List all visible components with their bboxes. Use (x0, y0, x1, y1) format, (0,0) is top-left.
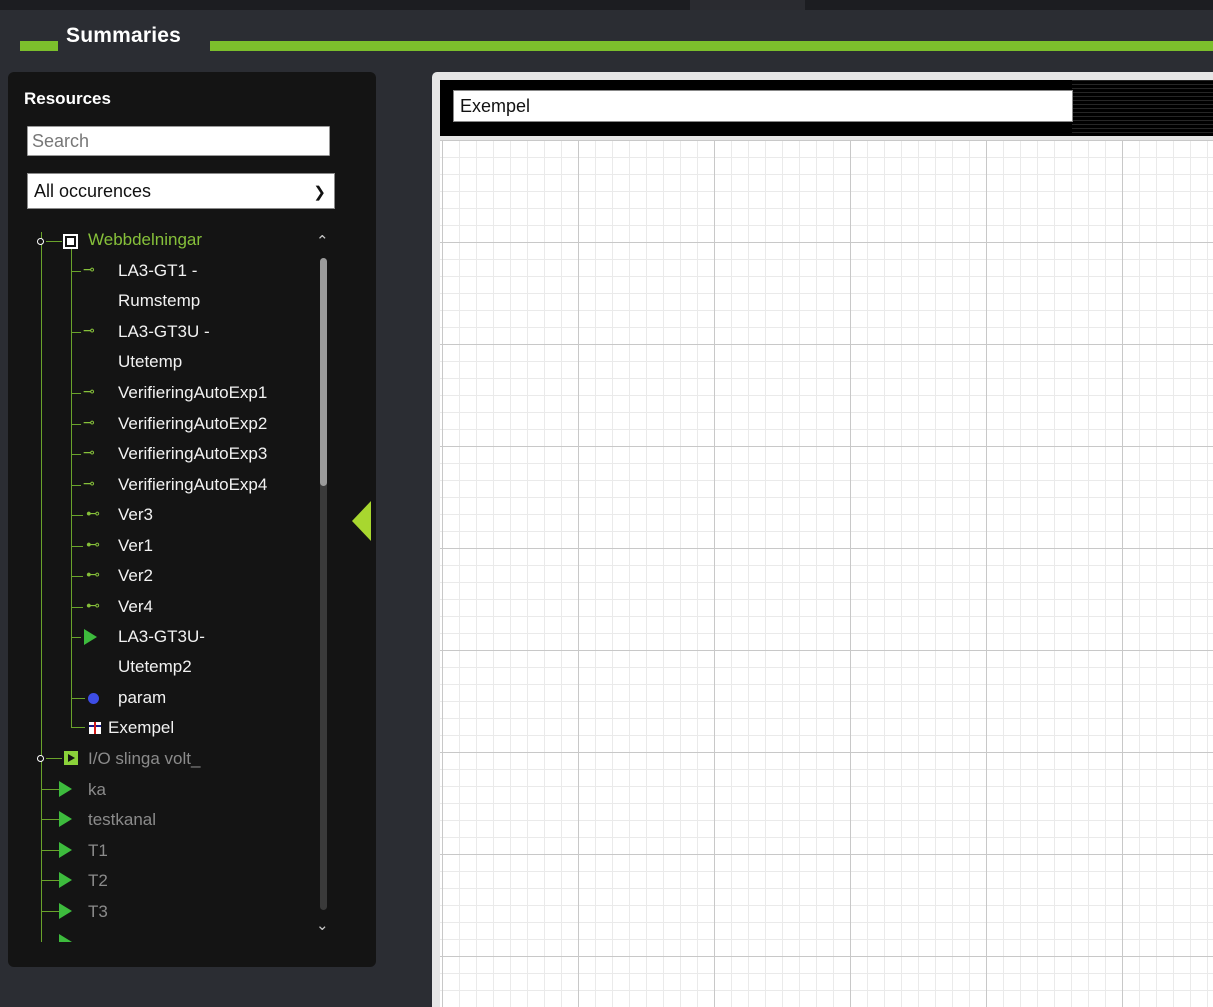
tree-line (71, 240, 72, 727)
tree-item-la3-gt3u-line2[interactable]: Utetemp (118, 351, 182, 373)
tree-scrollbar[interactable]: ⌃ ⌄ (316, 232, 330, 934)
play-triangle-icon (84, 629, 97, 645)
tree-line (71, 637, 81, 638)
tree-item-io-slinga[interactable]: I/O slinga volt_ (88, 748, 200, 770)
chevron-up-icon[interactable]: ⌃ (316, 232, 329, 250)
tree-line (71, 485, 81, 486)
tree-item-la3-gt3u-2[interactable]: LA3-GT3U- (118, 626, 205, 648)
tree-item-ver1[interactable]: Ver1 (118, 535, 153, 557)
tree-item-webbdelningar[interactable]: Webbdelningar (88, 229, 202, 251)
resources-title: Resources (24, 89, 111, 108)
tree-item-la3-gt3u-2-line2[interactable]: Utetemp2 (118, 656, 192, 678)
resources-sidebar: Resources All occurences ❯ Webbdelningar… (8, 72, 376, 967)
tree-line (71, 332, 81, 333)
editor-header-stripes (1072, 80, 1213, 136)
output-icon: ⊷ (86, 597, 100, 613)
key-icon: ⊸ (83, 444, 95, 460)
play-triangle-icon (59, 842, 72, 858)
summary-name-input[interactable] (453, 90, 1073, 122)
tree-item-verifiering-2[interactable]: VerifieringAutoExp2 (118, 413, 267, 435)
output-icon: ⊷ (86, 505, 100, 521)
key-icon: ⊸ (83, 475, 95, 491)
chevron-down-icon[interactable]: ⌄ (316, 916, 329, 934)
key-icon: ⊸ (83, 261, 95, 277)
tree-item-exempel[interactable]: Exempel (108, 717, 174, 739)
filter-selected-value: All occurences (34, 181, 152, 201)
group-square-icon (63, 234, 78, 249)
output-icon: ⊷ (86, 566, 100, 582)
tree-item-ver4[interactable]: Ver4 (118, 596, 153, 618)
play-triangle-icon (59, 811, 72, 827)
tree-line (71, 393, 81, 394)
tree-item-la3-gt3u[interactable]: LA3-GT3U - (118, 321, 210, 343)
table-icon (89, 722, 101, 734)
tree-item-la3-gt1-line2[interactable]: Rumstemp (118, 290, 200, 312)
chevron-down-icon: ❯ (313, 184, 326, 201)
play-triangle-icon (59, 903, 72, 919)
tree-item-ver2[interactable]: Ver2 (118, 565, 153, 587)
tree-item-verifiering-3[interactable]: VerifieringAutoExp3 (118, 443, 267, 465)
summary-canvas-grid[interactable] (440, 140, 1213, 1007)
expand-knob-icon[interactable] (37, 755, 44, 762)
tree-item-ka[interactable]: ka (88, 779, 106, 801)
collapse-sidebar-arrow-icon[interactable] (352, 501, 371, 541)
tree-line (41, 850, 59, 851)
output-icon: ⊷ (86, 536, 100, 552)
header-accent-right (210, 41, 1213, 51)
tree-item-t3[interactable]: T3 (88, 901, 108, 923)
tree-item-testkanal[interactable]: testkanal (88, 809, 156, 831)
tree-line (71, 271, 81, 272)
tree-line (41, 789, 59, 790)
section-header: Summaries (0, 10, 1213, 68)
tree-item-t1[interactable]: T1 (88, 840, 108, 862)
tree-item-verifiering-1[interactable]: VerifieringAutoExp1 (118, 382, 267, 404)
tree-line (71, 727, 85, 728)
tree-line (46, 758, 62, 759)
tree-line (71, 607, 83, 608)
tree-item-ver3[interactable]: Ver3 (118, 504, 153, 526)
key-icon: ⊸ (83, 322, 95, 338)
page-title: Summaries (66, 24, 182, 47)
top-strip-highlight (690, 0, 805, 10)
key-icon: ⊸ (83, 414, 95, 430)
occurrence-filter-select[interactable]: All occurences ❯ (27, 173, 335, 209)
tree-item-la3-gt1[interactable]: LA3-GT1 - (118, 260, 197, 282)
io-icon (64, 751, 78, 765)
tree-line (41, 911, 59, 912)
tree-item-t2[interactable]: T2 (88, 870, 108, 892)
tree-line (46, 241, 62, 242)
tree-item-param[interactable]: param (118, 687, 166, 709)
tree-line (71, 546, 83, 547)
tree-line (71, 698, 85, 699)
play-triangle-icon (59, 872, 72, 888)
tree-line (71, 424, 81, 425)
tree-line (41, 819, 59, 820)
tree-line (41, 880, 59, 881)
tree-line (71, 515, 83, 516)
blue-dot-icon (88, 693, 99, 704)
play-triangle-icon (59, 781, 72, 797)
top-strip (0, 0, 1213, 10)
scrollbar-thumb[interactable] (320, 258, 327, 486)
play-triangle-icon (59, 934, 72, 942)
search-input[interactable] (27, 126, 330, 156)
tree-item-verifiering-4[interactable]: VerifieringAutoExp4 (118, 474, 267, 496)
header-accent-left (20, 41, 58, 51)
tree-line (71, 576, 83, 577)
tree-line (41, 232, 42, 942)
tree-line (71, 454, 81, 455)
expand-knob-icon[interactable] (37, 238, 44, 245)
key-icon: ⊸ (83, 383, 95, 399)
